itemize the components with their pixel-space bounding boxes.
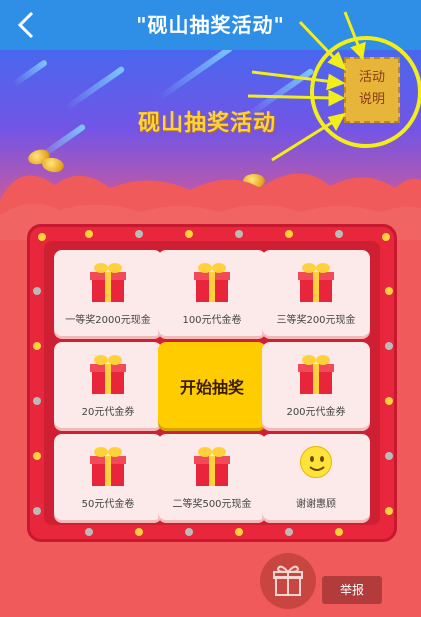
gift-icon bbox=[194, 263, 230, 302]
top-bar: "砚山抽奖活动" bbox=[0, 0, 421, 50]
prize-cell: 20元代金券 bbox=[54, 342, 162, 428]
lottery-grid: 一等奖2000元现金 100元代金卷 三等奖200元现金 20元代金券 开始抽奖… bbox=[44, 241, 380, 525]
gift-icon bbox=[90, 355, 126, 394]
light-dot bbox=[385, 287, 393, 295]
prize-label: 200元代金券 bbox=[286, 407, 346, 418]
prize-label: 50元代金卷 bbox=[81, 499, 135, 510]
light-dot bbox=[285, 528, 293, 536]
prize-cell: 200元代金券 bbox=[262, 342, 370, 428]
prize-cell: 三等奖200元现金 bbox=[262, 250, 370, 336]
light-dot bbox=[185, 230, 193, 238]
light-dot bbox=[38, 233, 46, 241]
gift-icon bbox=[194, 447, 230, 486]
start-draw-button[interactable]: 开始抽奖 bbox=[158, 342, 266, 428]
gift-outline-icon bbox=[273, 565, 303, 596]
prize-label: 三等奖200元现金 bbox=[276, 315, 356, 326]
light-dot bbox=[85, 230, 93, 238]
light-dot bbox=[385, 507, 393, 515]
light-dot bbox=[382, 233, 390, 241]
prize-label: 20元代金券 bbox=[81, 407, 135, 418]
light-dot bbox=[33, 507, 41, 515]
light-dot bbox=[33, 452, 41, 460]
prize-cell: 100元代金卷 bbox=[158, 250, 266, 336]
prize-label: 二等奖500元现金 bbox=[172, 499, 252, 510]
gift-button[interactable] bbox=[260, 553, 316, 609]
light-dot bbox=[335, 230, 343, 238]
prize-cell: 一等奖2000元现金 bbox=[54, 250, 162, 336]
report-button[interactable]: 举报 bbox=[322, 576, 382, 604]
light-dot bbox=[235, 528, 243, 536]
light-dot bbox=[235, 230, 243, 238]
banner-title: 砚山抽奖活动 bbox=[138, 111, 277, 136]
light-dot bbox=[185, 528, 193, 536]
page-title: "砚山抽奖活动" bbox=[136, 13, 285, 37]
rules-label: 活动 说明 bbox=[358, 70, 385, 107]
light-streak bbox=[156, 50, 234, 102]
gift-icon bbox=[90, 263, 126, 302]
light-dot bbox=[285, 230, 293, 238]
rules-button[interactable]: 活动 说明 bbox=[344, 57, 400, 123]
gift-icon bbox=[298, 263, 334, 302]
prize-cell: 50元代金卷 bbox=[54, 434, 162, 520]
light-dot bbox=[135, 528, 143, 536]
gift-icon bbox=[298, 355, 334, 394]
light-dot bbox=[135, 230, 143, 238]
light-dot bbox=[335, 528, 343, 536]
prize-label: 一等奖2000元现金 bbox=[65, 315, 151, 326]
prize-label: 谢谢惠顾 bbox=[296, 499, 336, 510]
smiley-icon bbox=[300, 446, 332, 478]
light-dot bbox=[385, 342, 393, 350]
light-dot bbox=[385, 452, 393, 460]
light-dot bbox=[33, 397, 41, 405]
prize-label: 100元代金卷 bbox=[182, 315, 242, 326]
start-draw-label: 开始抽奖 bbox=[179, 378, 244, 397]
prize-cell: 二等奖500元现金 bbox=[158, 434, 266, 520]
gift-icon bbox=[90, 447, 126, 486]
light-dot bbox=[33, 287, 41, 295]
light-dot bbox=[85, 528, 93, 536]
prize-cell: 谢谢惠顾 bbox=[262, 434, 370, 520]
light-dot bbox=[385, 397, 393, 405]
light-dot bbox=[33, 342, 41, 350]
lottery-board: 一等奖2000元现金 100元代金卷 三等奖200元现金 20元代金券 开始抽奖… bbox=[27, 224, 397, 542]
light-streak bbox=[64, 65, 126, 111]
light-streak bbox=[11, 59, 49, 87]
